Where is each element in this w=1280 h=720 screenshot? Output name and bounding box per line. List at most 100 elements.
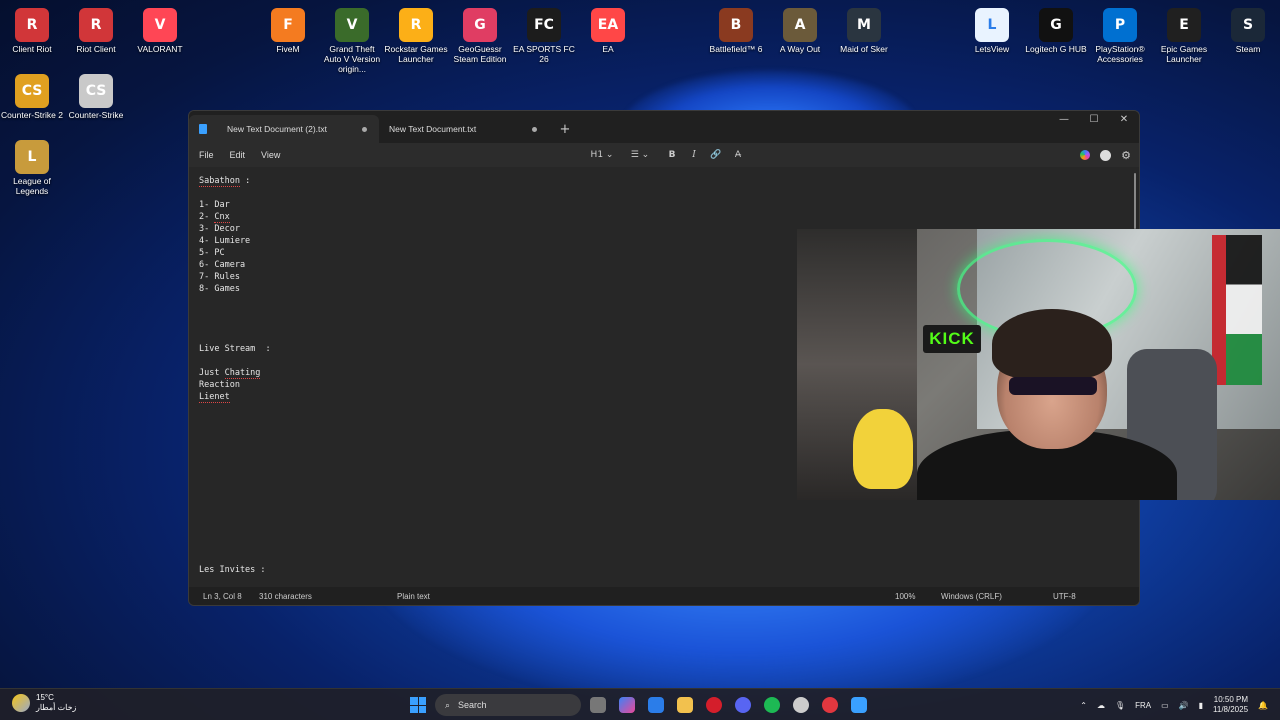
link-button[interactable]: 🔗	[707, 150, 725, 160]
chevron-up-icon[interactable]: ⌃	[1080, 701, 1087, 710]
desktop-icon-label: A Way Out	[779, 44, 821, 54]
clock[interactable]: 10:50 PM 11/8/2025	[1213, 695, 1248, 715]
desktop-icon-battlefield-6[interactable]: B Battlefield™ 6	[704, 4, 768, 54]
desktop-icon-geoguessr-steam-edition[interactable]: G GeoGuessr Steam Edition	[448, 4, 512, 64]
desktop-icon-maid-of-sker[interactable]: M Maid of Sker	[832, 4, 896, 54]
desktop-icon-label: GeoGuessr Steam Edition	[453, 44, 507, 64]
desktop-icon-counter-strike-2[interactable]: CS Counter-Strike 2	[0, 70, 64, 120]
desktop-icon-valorant[interactable]: V VALORANT	[128, 4, 192, 54]
cloud-icon[interactable]: ☁	[1097, 701, 1105, 710]
notification-bell-icon[interactable]: 🔔	[1258, 701, 1268, 710]
copilot-taskbar-icon[interactable]	[619, 697, 635, 713]
format-mode[interactable]: Plain text	[397, 592, 430, 601]
maximize-button[interactable]: ☐	[1079, 111, 1109, 129]
desktop-icon-epic-games-launcher[interactable]: E Epic Games Launcher	[1152, 4, 1216, 64]
opera-icon[interactable]	[706, 697, 722, 713]
app-icon: L	[15, 140, 49, 174]
desktop-icon-label: EA	[602, 44, 614, 54]
language-indicator[interactable]: FRA	[1135, 701, 1151, 710]
webcam-flag	[1212, 235, 1262, 385]
webcam-overlay: KICK	[797, 229, 1280, 500]
status-bar: Ln 3, Col 8 310 characters Plain text 10…	[189, 587, 1139, 605]
desktop-icon-label: Rockstar Games Launcher	[384, 44, 448, 64]
desktop-icon-riot-client[interactable]: R Riot Client	[64, 4, 128, 54]
unsaved-dot-icon	[532, 127, 537, 132]
editor-line: 2- Cnx	[199, 212, 230, 223]
file-explorer-icon[interactable]	[677, 697, 693, 713]
desktop-icon-ea[interactable]: EA EA	[576, 4, 640, 54]
task-view-icon[interactable]	[590, 697, 606, 713]
zoom-level[interactable]: 100%	[895, 592, 915, 601]
obs-icon[interactable]	[793, 697, 809, 713]
desktop-icon-ea-sports-fc-26[interactable]: FC EA SPORTS FC 26	[512, 4, 576, 64]
desktop-icon-label: Counter-Strike	[68, 110, 124, 120]
menu-view[interactable]: View	[253, 150, 288, 160]
desktop-icon-label: Grand Theft Auto V Version origin...	[323, 44, 381, 74]
app-icon: CS	[15, 74, 49, 108]
desktop-icon-logitech-g-hub[interactable]: G Logitech G HUB	[1024, 4, 1088, 54]
app-icon: M	[847, 8, 881, 42]
copilot-icon[interactable]	[1080, 150, 1091, 160]
desktop-icon-steam[interactable]: S Steam	[1216, 4, 1280, 54]
clear-format-button[interactable]: A̶	[729, 150, 747, 160]
editor-line: 1- Dar	[199, 200, 230, 210]
desktop-icon-label: LetsView	[974, 44, 1010, 54]
network-icon[interactable]: ▭	[1161, 701, 1169, 710]
desktop-icon-rockstar-games-launcher[interactable]: R Rockstar Games Launcher	[384, 4, 448, 64]
italic-button[interactable]: I	[685, 150, 703, 160]
new-tab-button[interactable]: +	[553, 115, 577, 143]
taskbar-search[interactable]: ⌕ Search	[435, 694, 581, 716]
desktop-icon-label: EA SPORTS FC 26	[513, 44, 575, 64]
app-icon: L	[975, 8, 1009, 42]
menu-file[interactable]: File	[189, 150, 222, 160]
webcam-pikachu-plush	[853, 409, 913, 489]
app-icon: V	[335, 8, 369, 42]
riot-taskbar-icon[interactable]	[822, 697, 838, 713]
desktop-icon-a-way-out[interactable]: A A Way Out	[768, 4, 832, 54]
system-tray: ⌃ ☁ 🎙 FRA ▭ 🔊 ▮ 10:50 PM 11/8/2025 🔔	[1080, 693, 1268, 717]
bold-button[interactable]: B	[663, 150, 681, 160]
cursor-position: Ln 3, Col 8	[203, 591, 242, 601]
char-count: 310 characters	[259, 591, 312, 601]
app-icon: V	[143, 8, 177, 42]
store-icon[interactable]	[648, 697, 664, 713]
unsaved-dot-icon	[362, 127, 367, 132]
desktop-icon-counter-strike[interactable]: CS Counter-Strike	[64, 70, 128, 120]
tab-new-text-document-2[interactable]: New Text Document (2).txt	[189, 115, 379, 143]
menu-edit[interactable]: Edit	[222, 150, 254, 160]
desktop-icon-client-riot[interactable]: R Client Riot	[0, 4, 64, 54]
minimize-button[interactable]: —	[1049, 111, 1079, 129]
desktop-icon-grand-theft-auto-v-version-origin[interactable]: V Grand Theft Auto V Version origin...	[320, 4, 384, 74]
spotify-icon[interactable]	[764, 697, 780, 713]
weather-temp: 15°C	[36, 693, 54, 702]
weather-widget[interactable]: 15°C زخات أمطار	[12, 693, 76, 713]
desktop-icon-letsview[interactable]: L LetsView	[960, 4, 1024, 54]
volume-icon[interactable]: 🔊	[1179, 701, 1189, 710]
account-avatar-icon[interactable]	[1100, 149, 1112, 161]
settings-gear-icon[interactable]: ⚙	[1121, 149, 1131, 162]
close-button[interactable]: ✕	[1109, 111, 1139, 129]
taskbar: 15°C زخات أمطار ⌕ Search ⌃ ☁ 🎙 FRA ▭ 🔊 ▮…	[0, 688, 1280, 720]
desktop-icon-fivem[interactable]: F FiveM	[256, 4, 320, 54]
battery-icon[interactable]: ▮	[1199, 701, 1203, 710]
list-dropdown[interactable]: ☰ ⌄	[627, 150, 653, 160]
desktop-icon-label: Steam	[1235, 44, 1261, 54]
desktop-icon-label: PlayStation® Accessories	[1095, 44, 1145, 64]
editor-line: Sabathon :	[199, 176, 251, 187]
desktop-icon-playstation-accessories[interactable]: P PlayStation® Accessories	[1088, 4, 1152, 64]
notepad-taskbar-icon[interactable]	[851, 697, 867, 713]
menu-bar: File Edit View H1 ⌄ ☰ ⌄ B I 🔗 A̶ ⚙	[189, 143, 1139, 167]
heading-dropdown[interactable]: H1 ⌄	[589, 150, 615, 160]
desktop-icon-league-of-legends[interactable]: L League of Legends	[0, 136, 64, 196]
desktop-icon-label: Riot Client	[76, 44, 116, 54]
start-button[interactable]	[410, 697, 426, 713]
desktop-icon-label: FiveM	[276, 44, 300, 54]
line-ending[interactable]: Windows (CRLF)	[941, 592, 1002, 601]
microphone-icon[interactable]: 🎙	[1115, 701, 1125, 710]
discord-icon[interactable]	[735, 697, 751, 713]
encoding[interactable]: UTF-8	[1053, 592, 1076, 601]
app-icon: G	[463, 8, 497, 42]
vertical-scrollbar[interactable]	[1134, 173, 1136, 229]
tab-new-text-document[interactable]: New Text Document.txt	[379, 115, 549, 143]
